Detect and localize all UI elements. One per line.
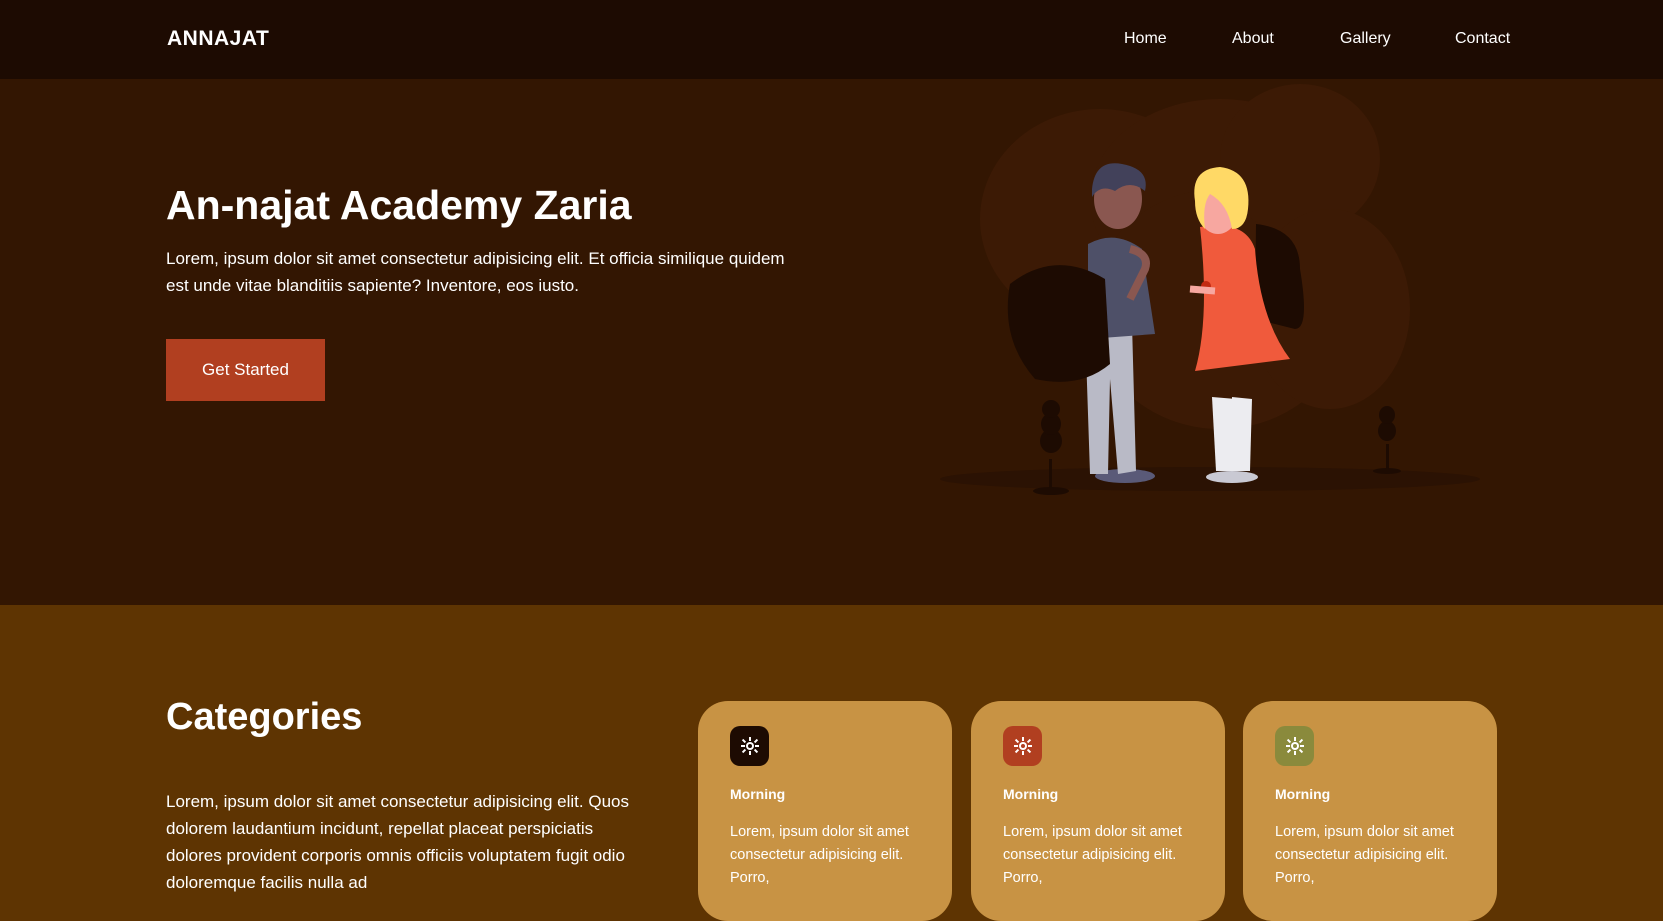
sun-icon	[1275, 726, 1314, 766]
categories-description: Lorem, ipsum dolor sit amet consectetur …	[166, 792, 629, 892]
nav-link-gallery[interactable]: Gallery	[1340, 30, 1391, 48]
card-title: Morning	[1275, 786, 1331, 802]
navbar: ANNAJAT Home About Gallery Contact	[0, 0, 1663, 79]
card-title: Morning	[730, 786, 786, 802]
hero-title: An-najat Academy Zaria	[166, 182, 632, 228]
tree-right	[1373, 406, 1401, 474]
categories-title: Categories	[166, 696, 363, 738]
category-card[interactable]: Morning Lorem, ipsum dolor sit amet cons…	[698, 701, 952, 921]
sun-icon	[1003, 726, 1042, 766]
hero-description: Lorem, ipsum dolor sit amet consectetur …	[166, 249, 785, 295]
card-title: Morning	[1003, 786, 1059, 802]
category-card[interactable]: Morning Lorem, ipsum dolor sit amet cons…	[971, 701, 1225, 921]
card-text: Lorem, ipsum dolor sit amet consectetur …	[1275, 824, 1454, 886]
sun-icon	[730, 726, 769, 766]
students-illustration	[940, 84, 1480, 495]
card-text: Lorem, ipsum dolor sit amet consectetur …	[730, 824, 909, 886]
nav-link-about[interactable]: About	[1232, 30, 1274, 48]
category-card[interactable]: Morning Lorem, ipsum dolor sit amet cons…	[1243, 701, 1497, 921]
hero-section: An-najat Academy Zaria Lorem, ipsum dolo…	[0, 79, 1663, 605]
nav-link-contact[interactable]: Contact	[1455, 30, 1510, 48]
get-started-button[interactable]: Get Started	[166, 339, 325, 401]
brand-logo[interactable]: ANNAJAT	[167, 27, 269, 51]
card-text: Lorem, ipsum dolor sit amet consectetur …	[1003, 824, 1182, 886]
categories-section: Categories Lorem, ipsum dolor sit amet c…	[0, 605, 1663, 921]
nav-link-home[interactable]: Home	[1124, 30, 1167, 48]
